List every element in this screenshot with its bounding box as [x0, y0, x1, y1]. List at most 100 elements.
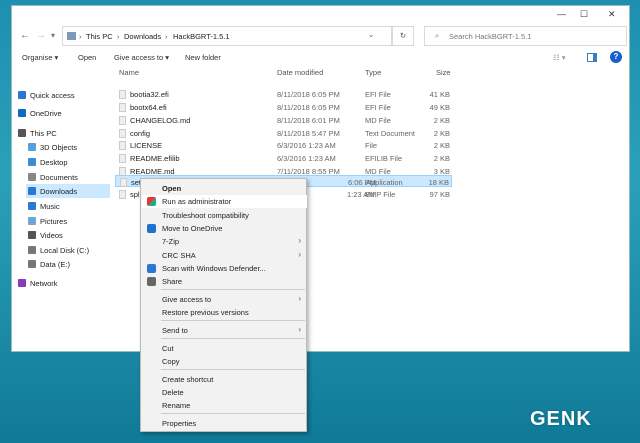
sidebar-item-label: Downloads — [40, 187, 78, 196]
menu-item-label: Cut — [162, 344, 174, 353]
sidebar-item-label: OneDrive — [30, 109, 62, 118]
menu-item-open[interactable]: Open — [142, 182, 307, 195]
menu-item-copy[interactable]: Copy — [142, 355, 307, 368]
column-date-modified[interactable]: Date modified — [277, 68, 323, 77]
column-size[interactable]: Size — [436, 68, 451, 77]
menu-item-label: 7-Zip — [162, 237, 180, 246]
file-type: File — [365, 141, 378, 150]
sidebar-item-this-pc[interactable]: This PC — [16, 126, 100, 140]
recent-locations-button[interactable]: ▾ — [51, 31, 55, 40]
address-bar[interactable]: › This PC › Downloads › HackBGRT-1.5.1 ⌄ — [62, 26, 392, 46]
sidebar-item-local-disk-c[interactable]: Local Disk (C:) — [26, 243, 110, 257]
menu-item-restore-previous-versions[interactable]: Restore previous versions — [142, 306, 307, 319]
file-icon — [119, 129, 126, 138]
organise-button[interactable]: Organise ▾ — [22, 53, 58, 62]
menu-item-run-as-administrator[interactable]: Run as administrator — [142, 195, 307, 208]
sidebar-item-label: This PC — [30, 129, 57, 138]
breadcrumb-downloads[interactable]: Downloads — [124, 32, 161, 41]
sidebar-item-onedrive[interactable]: OneDrive — [16, 106, 100, 120]
sidebar-item-label: Videos — [40, 231, 63, 240]
file-row[interactable]: config 8/11/2018 5:47 PM Text Document 2… — [115, 127, 452, 139]
context-menu: Open Run as administrator Troubleshoot com… — [140, 178, 307, 432]
file-size: 49 KB — [429, 103, 450, 112]
documents-icon — [28, 173, 36, 181]
menu-item-7-zip[interactable]: 7-Zip › — [142, 235, 307, 248]
music-icon — [28, 202, 36, 210]
forward-button[interactable]: → — [36, 30, 46, 41]
menu-item-label: Copy — [162, 357, 180, 366]
file-explorer-window: — ☐ ✕ ← → ▾ › This PC › Downloads › Hack… — [11, 5, 630, 352]
download-icon — [28, 187, 36, 195]
maximize-button[interactable]: ☐ — [580, 9, 588, 20]
column-name[interactable]: Name — [119, 68, 139, 77]
file-type: Application — [366, 178, 403, 187]
menu-item-give-access-to[interactable]: Give access to › — [142, 293, 307, 306]
file-name: spl — [130, 190, 140, 199]
genk-watermark-logo: GENK — [530, 408, 592, 430]
file-row[interactable]: bootia32.efi 8/11/2018 6:05 PM EFI File … — [115, 88, 452, 100]
file-date: 8/11/2018 6:05 PM — [277, 103, 340, 112]
menu-item-share[interactable]: Share — [142, 275, 307, 288]
sidebar-item-music[interactable]: Music — [26, 199, 110, 213]
drive-icon — [28, 246, 36, 254]
menu-item-properties[interactable]: Properties — [142, 417, 307, 430]
menu-item-cut[interactable]: Cut — [142, 342, 307, 355]
file-row[interactable]: README.efilib 6/3/2016 1:23 AM EFILIB Fi… — [115, 152, 452, 164]
menu-item-create-shortcut[interactable]: Create shortcut — [142, 373, 307, 386]
sidebar-item-videos[interactable]: Videos — [26, 228, 110, 242]
search-input[interactable]: ⌕ Search HackBGRT-1.5.1 — [424, 26, 627, 46]
menu-separator — [161, 338, 305, 339]
file-size: 41 KB — [429, 90, 450, 99]
menu-item-send-to[interactable]: Send to › — [142, 324, 307, 337]
sidebar-item-network[interactable]: Network — [16, 276, 100, 290]
cloud-icon — [18, 109, 26, 117]
sidebar-item-downloads[interactable]: Downloads — [26, 184, 110, 198]
sidebar-item-label: Music — [40, 202, 60, 211]
menu-item-delete[interactable]: Delete — [142, 386, 307, 399]
file-row[interactable]: CHANGELOG.md 8/11/2018 6:01 PM MD File 2… — [115, 114, 452, 126]
file-type: MD File — [365, 116, 391, 125]
file-type: EFI File — [365, 103, 391, 112]
breadcrumb-hackbgrt[interactable]: HackBGRT-1.5.1 — [173, 32, 230, 41]
breadcrumb-this-pc[interactable]: This PC — [86, 32, 113, 41]
sidebar-item-quick-access[interactable]: Quick access — [16, 88, 100, 102]
give-access-button[interactable]: Give access to ▾ — [114, 53, 169, 62]
sidebar-item-desktop[interactable]: Desktop — [26, 155, 110, 169]
new-folder-button[interactable]: New folder — [185, 53, 221, 62]
sidebar-item-data-e[interactable]: Data (E:) — [26, 257, 110, 271]
file-row[interactable]: bootx64.efi 8/11/2018 6:05 PM EFI File 4… — [115, 101, 452, 113]
file-name: LICENSE — [130, 141, 163, 150]
address-dropdown-icon[interactable]: ⌄ — [368, 30, 374, 39]
view-options-icon[interactable]: ☷ ▾ — [553, 53, 566, 62]
chevron-right-icon: › — [298, 294, 301, 303]
sidebar-item-3d-objects[interactable]: 3D Objects — [26, 140, 110, 154]
menu-item-troubleshoot-compatibility[interactable]: Troubleshoot compatibility — [142, 209, 307, 222]
menu-item-move-to-onedrive[interactable]: Move to OneDrive — [142, 222, 307, 235]
file-row[interactable]: LICENSE 6/3/2016 1:23 AM File 2 KB — [115, 139, 452, 151]
menu-item-rename[interactable]: Rename — [142, 399, 307, 412]
cube-icon — [28, 143, 36, 151]
preview-pane-icon[interactable] — [587, 53, 597, 62]
file-icon — [120, 178, 127, 187]
menu-item-label: Open — [162, 184, 182, 193]
menu-separator — [161, 413, 305, 414]
minimize-button[interactable]: — — [557, 9, 566, 19]
folder-icon — [67, 32, 76, 40]
help-icon[interactable]: ? — [610, 51, 622, 63]
file-name: bootia32.efi — [130, 90, 169, 99]
shield-icon — [147, 197, 156, 206]
sidebar-item-documents[interactable]: Documents — [26, 170, 110, 184]
menu-item-crc-sha[interactable]: CRC SHA › — [142, 249, 307, 262]
file-name: CHANGELOG.md — [130, 116, 191, 125]
sidebar-item-pictures[interactable]: Pictures — [26, 214, 110, 228]
file-name: config — [130, 129, 151, 138]
close-button[interactable]: ✕ — [608, 9, 616, 20]
file-date: 6/3/2016 1:23 AM — [277, 141, 336, 150]
menu-item-scan-with-windows-defender[interactable]: Scan with Windows Defender... — [142, 262, 307, 275]
chevron-right-icon: › — [298, 250, 301, 259]
back-button[interactable]: ← — [20, 30, 30, 41]
chevron-right-icon: › — [298, 236, 301, 245]
column-type[interactable]: Type — [365, 68, 381, 77]
refresh-button[interactable]: ↻ — [392, 26, 414, 46]
open-button[interactable]: Open — [78, 53, 96, 62]
